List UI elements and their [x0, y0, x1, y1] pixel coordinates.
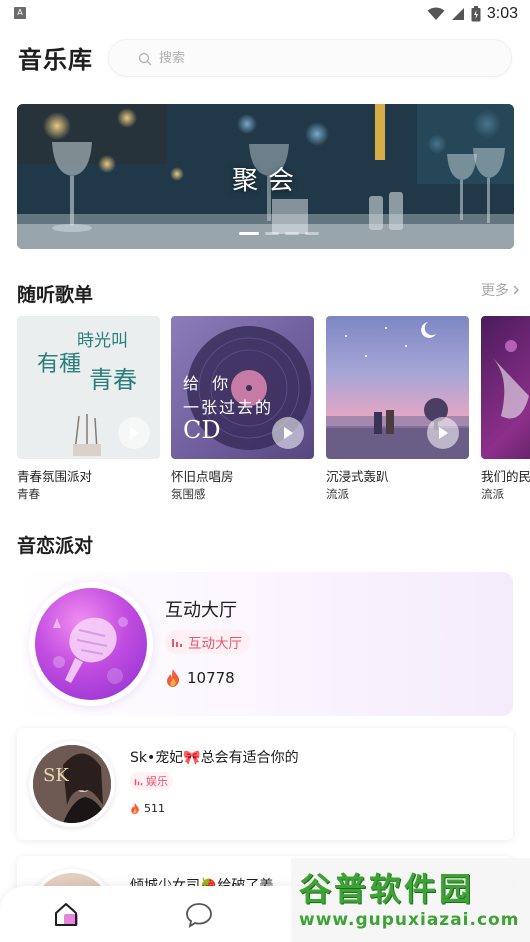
hall-avatar	[35, 588, 147, 700]
playlist-card[interactable]: 给 你 一张过去的 CD 怀旧点唱房 氛围感	[171, 316, 314, 506]
playlist-cover	[326, 316, 469, 459]
banner-pagination	[239, 232, 319, 235]
playlist-card[interactable]: 沉浸式轰趴 流派	[326, 316, 469, 506]
playlist-name: 青春氛围派对	[17, 469, 93, 484]
page-title: 音乐库	[18, 46, 93, 74]
section-title-party: 音恋派对	[17, 535, 94, 557]
fire-icon	[131, 802, 139, 815]
room-tag-label: 娱乐	[146, 775, 168, 788]
hall-title: 互动大厅	[165, 600, 237, 621]
section-title-playlists: 随听歌单	[17, 284, 94, 306]
play-button[interactable]	[272, 417, 304, 449]
avatar: SK	[33, 745, 111, 823]
sound-wave-icon	[172, 639, 182, 647]
cover-text-3: 青春	[89, 366, 137, 394]
fire-icon	[167, 669, 180, 687]
watermark-title: 谷普软件园	[299, 870, 475, 908]
app-notification-icon: A	[14, 7, 26, 19]
wifi-icon	[427, 7, 445, 20]
watermark: 谷普软件园 www.gupuxiazai.com	[291, 858, 530, 942]
room-card[interactable]: SK Sk•宠妃🎀总会有适合你的 娱乐 511	[17, 728, 513, 840]
playlist-name: 沉浸式轰趴	[326, 469, 389, 484]
guitar-illustration	[491, 340, 529, 419]
nav-messages[interactable]	[184, 900, 214, 930]
cover-text-1: 時光叫	[77, 331, 128, 351]
playlist-tag: 流派	[326, 487, 349, 501]
banner-title: 聚会	[232, 166, 305, 196]
playlist-name: 我们的民	[481, 469, 530, 484]
more-label: 更多	[481, 283, 509, 299]
room-hot-count: 511	[144, 802, 165, 815]
clock: 3:03	[486, 5, 518, 22]
banner-carousel[interactable]: 聚会	[17, 104, 514, 249]
search-icon	[138, 52, 152, 66]
hall-avatar-ring	[29, 582, 153, 706]
status-bar: A 3:03	[0, 0, 530, 28]
search-input[interactable]	[159, 40, 479, 76]
playlist-card[interactable]: 我们的民 流派	[481, 316, 530, 506]
nav-home[interactable]	[52, 900, 82, 930]
cover-text-2: 有種	[37, 352, 82, 377]
play-icon	[284, 427, 293, 439]
cover-text-3: CD	[183, 416, 221, 444]
home-icon	[55, 903, 78, 926]
signal-icon	[451, 8, 464, 20]
avatar-text: SK	[43, 765, 69, 786]
playlist-tag: 流派	[481, 487, 504, 501]
playlist-card[interactable]: 時光叫 有種 青春 青春氛围派对 青春	[17, 316, 160, 506]
battery-icon	[471, 6, 481, 22]
play-icon	[439, 427, 448, 439]
interactive-hall-card[interactable]: 互动大厅 互动大厅 10778	[17, 572, 513, 716]
hall-count: 10778	[187, 669, 235, 687]
banner-dot	[239, 232, 259, 235]
microphone-icon	[53, 617, 128, 684]
chevron-right-icon	[513, 285, 519, 295]
room-popularity: 511	[130, 802, 165, 815]
play-button[interactable]	[118, 417, 150, 449]
playlist-tag: 青春	[17, 487, 40, 501]
chat-icon	[186, 903, 212, 928]
banner-dot	[285, 232, 299, 235]
playlist-name: 怀旧点唱房	[171, 469, 234, 484]
avatar-portrait: SK	[33, 745, 111, 823]
header: 音乐库	[0, 36, 530, 80]
room-tag: 娱乐	[130, 772, 173, 790]
playlist-cover: 時光叫 有種 青春	[17, 316, 160, 459]
search-box[interactable]	[108, 39, 512, 77]
playlist-cover: 给 你 一张过去的 CD	[171, 316, 314, 459]
play-icon	[130, 427, 139, 439]
cover-text-1: 给 你	[183, 374, 233, 393]
banner-dot	[265, 232, 279, 235]
playlist-tag: 氛围感	[171, 487, 206, 501]
playlist-row[interactable]: 時光叫 有種 青春 青春氛围派对 青春 给 你 一张过去的 CD 怀旧点唱房 氛…	[17, 316, 530, 506]
sound-wave-icon	[134, 778, 143, 785]
banner-dot	[305, 232, 319, 235]
playlist-cover	[481, 316, 530, 459]
watermark-url: www.gupuxiazai.com	[299, 910, 520, 930]
more-link[interactable]: 更多	[481, 280, 520, 300]
cover-text-2: 一张过去的	[183, 398, 274, 417]
play-button[interactable]	[427, 417, 459, 449]
hall-popularity: 10778	[165, 668, 235, 688]
room-title: Sk•宠妃🎀总会有适合你的	[130, 750, 299, 766]
status-icons: 3:03	[427, 3, 518, 25]
hall-badge: 互动大厅	[165, 630, 250, 654]
room-avatar-ring: SK	[29, 741, 115, 827]
hall-badge-label: 互动大厅	[188, 636, 242, 652]
